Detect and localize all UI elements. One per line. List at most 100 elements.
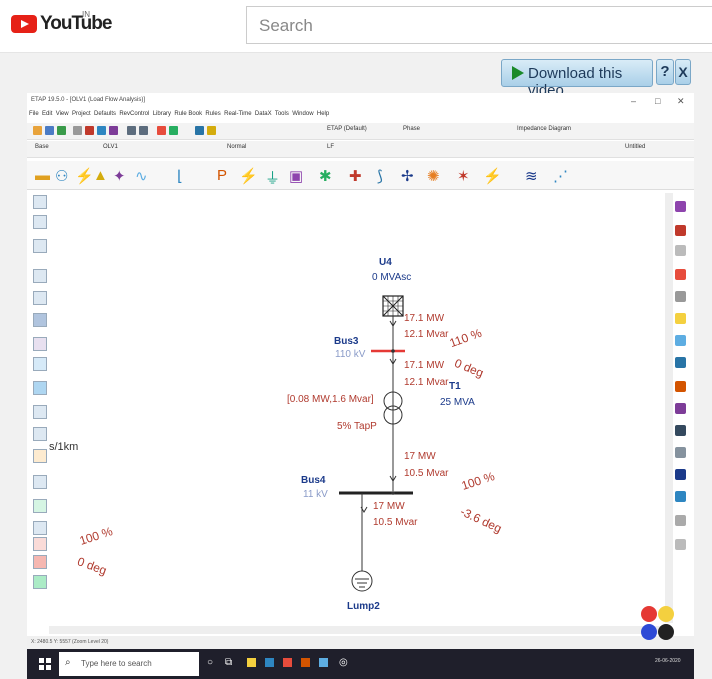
- palette-green-icon[interactable]: [33, 575, 47, 589]
- taskbar-clock[interactable]: 26-06-2020: [655, 658, 681, 664]
- palette-globe-icon[interactable]: [33, 381, 47, 395]
- fault-tool-icon[interactable]: ⚡: [239, 167, 258, 185]
- menu-revcontrol[interactable]: RevControl: [119, 111, 149, 117]
- file-explorer-icon[interactable]: [247, 658, 256, 667]
- transformer-name[interactable]: T1: [449, 381, 461, 392]
- source-name[interactable]: U4: [379, 257, 392, 268]
- palette-motor-icon[interactable]: [33, 313, 47, 327]
- transformer-tool-icon[interactable]: ⚇: [55, 167, 68, 185]
- wind-tool-icon[interactable]: ≋: [525, 167, 538, 185]
- palette-grid-icon[interactable]: [33, 291, 47, 305]
- windows-start-icon[interactable]: [39, 658, 51, 670]
- switch-tool-icon[interactable]: ✦: [113, 167, 126, 185]
- breaker-tool-icon[interactable]: ✚: [349, 167, 362, 185]
- palette-meter-icon[interactable]: [33, 405, 47, 419]
- palette-red-icon[interactable]: [33, 537, 47, 551]
- palette-cable-icon[interactable]: [33, 269, 47, 283]
- rp-circle-icon[interactable]: [675, 225, 686, 236]
- rp-chart-icon[interactable]: [675, 335, 686, 346]
- fault-insert-icon[interactable]: ⚡: [483, 167, 502, 185]
- cortana-icon[interactable]: ○: [207, 657, 213, 668]
- rp-blue-icon[interactable]: [675, 491, 686, 502]
- base-dropdown[interactable]: Base: [35, 144, 49, 150]
- one-line-diagram-canvas[interactable]: U4 0 MVAsc 17.1 MW 12.1 Mvar Bus3 110 kV…: [49, 191, 665, 623]
- menu-rulebook[interactable]: Rule Book: [174, 111, 202, 117]
- paste-icon[interactable]: [109, 126, 118, 135]
- palette-list-icon[interactable]: [33, 521, 47, 535]
- sun-tool-icon[interactable]: ✺: [427, 167, 440, 185]
- cut-icon[interactable]: [85, 126, 94, 135]
- undo-icon[interactable]: [157, 126, 166, 135]
- etap-default-label[interactable]: ETAP (Default): [327, 126, 367, 132]
- wave-tool-icon[interactable]: ∿: [135, 167, 148, 185]
- open-icon[interactable]: [45, 126, 54, 135]
- chrome-icon[interactable]: [283, 658, 292, 667]
- horizontal-scrollbar[interactable]: [49, 626, 665, 634]
- rp-gear-icon[interactable]: [675, 245, 686, 256]
- phase-dropdown[interactable]: Phase: [403, 126, 420, 132]
- rp-monitor-icon[interactable]: [675, 357, 686, 368]
- menu-defaults[interactable]: Defaults: [94, 111, 116, 117]
- outlook-icon[interactable]: [265, 658, 274, 667]
- window-close-button[interactable]: ✕: [677, 96, 685, 107]
- rp-arrow-icon[interactable]: [675, 201, 686, 212]
- cable-tool-icon[interactable]: ⟆: [377, 167, 383, 185]
- video-frame[interactable]: ETAP 19.5.0 - [OLV1 (Load Flow Analysis)…: [27, 93, 694, 679]
- rp-wrench-icon[interactable]: [675, 381, 686, 392]
- etap-taskbar-icon[interactable]: ◎: [339, 657, 348, 668]
- print-icon[interactable]: [73, 126, 82, 135]
- menu-view[interactable]: View: [56, 111, 69, 117]
- ground-tool-icon[interactable]: ⏚: [265, 167, 280, 188]
- rp-cog-icon[interactable]: [675, 539, 686, 550]
- taskbar-search-box[interactable]: ⌕ Type here to search: [59, 652, 199, 676]
- menu-rules[interactable]: Rules: [205, 111, 220, 117]
- rp-ps-icon[interactable]: [675, 469, 686, 480]
- fuse-tool-icon[interactable]: ✢: [401, 167, 414, 185]
- rp-tool-icon[interactable]: [675, 447, 686, 458]
- power-tool-icon[interactable]: P: [217, 167, 227, 184]
- bus4-name[interactable]: Bus4: [301, 475, 325, 486]
- rp-dots-icon[interactable]: [675, 515, 686, 526]
- menu-datax[interactable]: DataX: [255, 111, 272, 117]
- palette-fuse-icon[interactable]: [33, 555, 47, 569]
- palette-line-icon[interactable]: [33, 239, 47, 253]
- copy-icon[interactable]: [97, 126, 106, 135]
- save-icon[interactable]: [57, 126, 66, 135]
- zoom-out-icon[interactable]: [139, 126, 148, 135]
- grid-icon[interactable]: [195, 126, 204, 135]
- menu-help[interactable]: Help: [317, 111, 329, 117]
- presentation-dropdown[interactable]: OLV1: [103, 144, 118, 150]
- help-button[interactable]: ?: [656, 59, 674, 85]
- scenario-dropdown[interactable]: Untitled: [625, 144, 645, 150]
- palette-panel-icon[interactable]: [33, 475, 47, 489]
- maximize-button[interactable]: □: [655, 96, 660, 106]
- vvo-tool-icon[interactable]: ⋰: [553, 167, 568, 185]
- rp-flame-icon[interactable]: [675, 269, 686, 280]
- menu-edit[interactable]: Edit: [42, 111, 52, 117]
- menu-tools[interactable]: Tools: [275, 111, 289, 117]
- zoom-in-icon[interactable]: [127, 126, 136, 135]
- revision-dropdown[interactable]: LF: [327, 144, 334, 150]
- palette-battery-icon[interactable]: [33, 449, 47, 463]
- load-tool-icon[interactable]: ⌊: [177, 167, 183, 185]
- arc-tool-icon[interactable]: ✶: [457, 167, 470, 185]
- relay-tool-icon[interactable]: ✱: [319, 167, 332, 185]
- palette-generator-icon[interactable]: [33, 357, 47, 371]
- bus3-name[interactable]: Bus3: [334, 336, 358, 347]
- bus-tool-icon[interactable]: ▬: [35, 167, 50, 184]
- menu-realtime[interactable]: Real-Time: [224, 111, 251, 117]
- warning-tool-icon[interactable]: ▲: [93, 167, 108, 184]
- youtube-logo-text[interactable]: YouTube: [40, 13, 112, 35]
- rp-page-icon[interactable]: [675, 291, 686, 302]
- palette-bus-icon[interactable]: [33, 215, 47, 229]
- palette-relay-icon[interactable]: [33, 427, 47, 441]
- theme-icon[interactable]: [207, 126, 216, 135]
- close-button[interactable]: X: [675, 59, 691, 85]
- youtube-play-logo-icon[interactable]: [11, 15, 37, 33]
- powerpoint-icon[interactable]: [301, 658, 310, 667]
- new-icon[interactable]: [33, 126, 42, 135]
- config-dropdown[interactable]: Normal: [227, 144, 246, 150]
- study-case-dropdown[interactable]: Impedance Diagram: [517, 126, 571, 132]
- task-view-icon[interactable]: ⧉: [225, 657, 232, 668]
- rp-note-icon[interactable]: [675, 313, 686, 324]
